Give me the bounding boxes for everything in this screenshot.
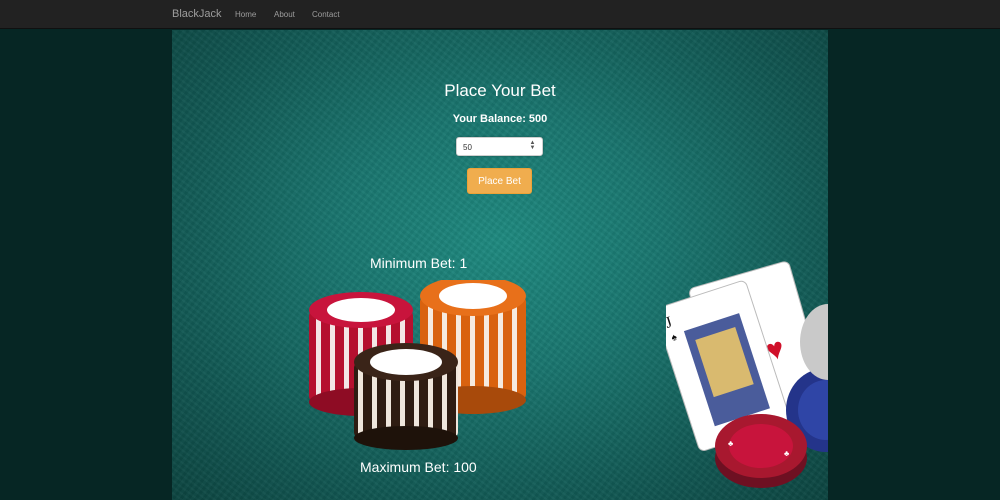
svg-text:♣: ♣ [728, 439, 734, 448]
minimum-bet-label: Minimum Bet: 1 [370, 255, 468, 271]
brand-link[interactable]: BlackJack [172, 8, 222, 20]
nav-contact-link[interactable]: Contact [312, 10, 340, 19]
nav-about-link[interactable]: About [274, 10, 295, 19]
table-felt: Place Your Bet Your Balance: 500 ▲▼ Plac… [172, 30, 828, 500]
navbar: BlackJack Home About Contact [0, 0, 1000, 29]
maximum-bet-label: Maximum Bet: 100 [360, 459, 477, 475]
playing-cards-icon: A ♥ ♥ J ♠ ♣ ♣ [666, 261, 828, 488]
place-bet-button[interactable]: Place Bet [467, 168, 532, 194]
poker-chips-icon [309, 280, 526, 450]
nav-home-link[interactable]: Home [235, 10, 256, 19]
stepper-icon[interactable]: ▲ ▼ [529, 140, 536, 152]
bet-amount-input[interactable] [463, 141, 523, 153]
page-title: Place Your Bet [444, 81, 556, 100]
balance-text: Your Balance: 500 [452, 113, 548, 125]
svg-text:♣: ♣ [784, 449, 790, 458]
bet-amount-field[interactable]: ▲▼ [456, 137, 543, 156]
